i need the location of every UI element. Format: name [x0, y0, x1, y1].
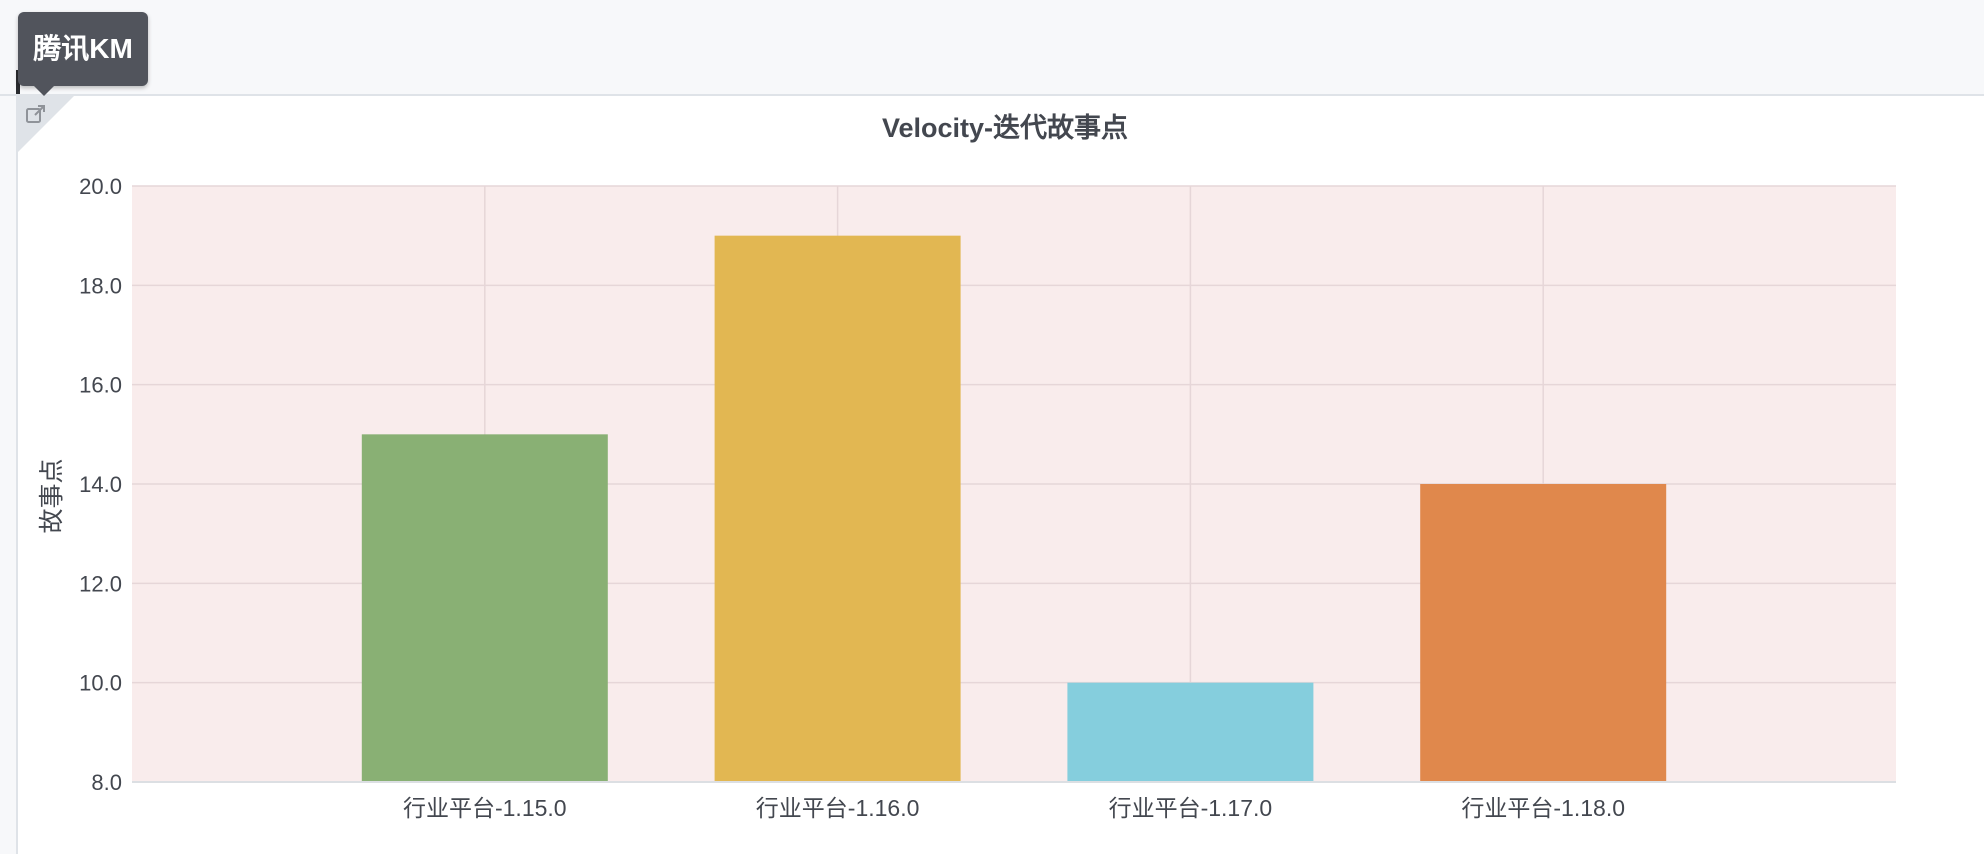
y-tick-label: 12.0 — [79, 571, 122, 596]
bar — [1420, 484, 1667, 782]
x-tick-label: 行业平台-1.18.0 — [1461, 795, 1625, 821]
y-tick-label: 18.0 — [79, 273, 122, 298]
x-tick-label: 行业平台-1.17.0 — [1109, 795, 1273, 821]
y-tick-label: 20.0 — [79, 174, 122, 199]
x-tick-label: 行业平台-1.15.0 — [403, 795, 567, 821]
y-tick-label: 14.0 — [79, 472, 122, 497]
y-tick-label: 16.0 — [79, 373, 122, 398]
bar-chart: 8.0 10.0 12.0 14.0 16.0 18.0 20.0 行业平台-1.15.0 行业… — [79, 174, 1896, 821]
y-tick-label: 8.0 — [91, 770, 122, 795]
bar — [714, 235, 961, 782]
bar — [1067, 682, 1314, 782]
bar — [361, 434, 608, 782]
y-tick-label: 10.0 — [79, 671, 122, 696]
x-tick-label: 行业平台-1.16.0 — [756, 795, 920, 821]
